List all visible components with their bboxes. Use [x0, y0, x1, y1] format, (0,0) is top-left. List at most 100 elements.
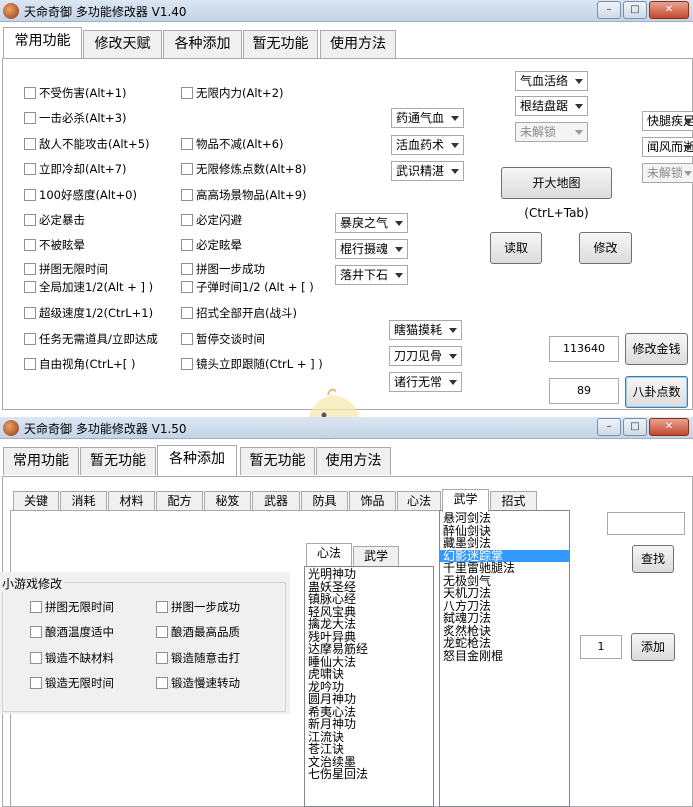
checkbox-box[interactable]	[24, 163, 36, 175]
wuxue-list-item[interactable]: 龙蛇枪法	[440, 637, 569, 650]
xinfa-list-item[interactable]: 虎啸诀	[305, 668, 433, 681]
checkbox-box[interactable]	[181, 263, 193, 275]
bagua-points-input[interactable]: 89	[549, 378, 619, 404]
combo-e-0[interactable]: 快腿疾足	[642, 111, 693, 131]
minigame-checkbox-right-1[interactable]: 酿酒最高品质	[156, 625, 240, 640]
minigame-checkbox-left-3[interactable]: 锻造无限时间	[30, 676, 114, 691]
checkbox-box[interactable]	[181, 281, 193, 293]
checkbox-box[interactable]	[181, 239, 193, 251]
checkbox-left-6[interactable]: 不被眩晕	[24, 238, 85, 253]
add-button[interactable]: 添加	[631, 633, 675, 661]
checkbox-box[interactable]	[24, 307, 36, 319]
checkbox-box[interactable]	[181, 87, 193, 99]
minigame-checkbox-right-3[interactable]: 锻造慢速转动	[156, 676, 240, 691]
maximize-button[interactable]: □	[623, 1, 647, 19]
tab-w1-4[interactable]: 使用方法	[320, 30, 396, 58]
subtab-9[interactable]: 武学	[442, 489, 489, 512]
checkbox-left-9[interactable]: 超级速度1/2(CtrL+1)	[24, 306, 153, 321]
checkbox-left-3[interactable]: 立即冷却(Alt+7)	[24, 162, 127, 177]
maximize-button[interactable]: □	[623, 418, 647, 436]
combo-b-0[interactable]: 药通气血	[391, 108, 464, 128]
checkbox-mid-2[interactable]: 无限修炼点数(Alt+8)	[181, 162, 307, 177]
checkbox-box[interactable]	[24, 214, 36, 226]
checkbox-mid-9[interactable]: 暂停交谈时间	[181, 332, 265, 347]
checkbox-box[interactable]	[30, 677, 42, 689]
checkbox-box[interactable]	[24, 333, 36, 345]
tab-w2-2[interactable]: 各种添加	[157, 445, 237, 476]
xinfa-list-item[interactable]: 七伤星回法	[305, 768, 433, 781]
minigame-checkbox-left-2[interactable]: 锻造不缺材料	[30, 651, 114, 666]
minigame-checkbox-left-0[interactable]: 拼图无限时间	[30, 600, 114, 615]
checkbox-box[interactable]	[24, 281, 36, 293]
checkbox-box[interactable]	[181, 358, 193, 370]
subtab-4[interactable]: 秘笈	[204, 491, 251, 511]
checkbox-box[interactable]	[181, 138, 193, 150]
wuxue-list-item[interactable]: 怒目金刚棍	[440, 649, 569, 663]
bagua-points-button[interactable]: 八卦点数	[625, 376, 688, 408]
wuxue-list-item[interactable]: 千里雷驰腿法	[440, 562, 569, 575]
modify-button[interactable]: 修改	[579, 232, 632, 264]
minigame-checkbox-left-1[interactable]: 酿酒温度适中	[30, 625, 114, 640]
search-button[interactable]: 查找	[632, 545, 674, 573]
checkbox-box[interactable]	[181, 189, 193, 201]
checkbox-mid-1[interactable]: 物品不减(Alt+6)	[181, 137, 284, 152]
subtab-0[interactable]: 关键	[13, 491, 59, 511]
tab-w2-1[interactable]: 暂无功能	[80, 447, 156, 475]
combo-a-1[interactable]: 棍行摄魂	[335, 239, 408, 259]
checkbox-box[interactable]	[30, 626, 42, 638]
tab-w2-4[interactable]: 使用方法	[316, 447, 391, 475]
checkbox-left-10[interactable]: 任务无需道具/立即达成	[24, 332, 158, 347]
quantity-input[interactable]: 1	[580, 635, 622, 659]
combo-b-1[interactable]: 活血药术	[391, 135, 464, 155]
close-button[interactable]: ✕	[649, 1, 689, 19]
subtab-8[interactable]: 心法	[397, 491, 441, 511]
wuxue-list-item[interactable]: 弑魂刀法	[440, 612, 569, 625]
xinfa-list-item[interactable]: 光明神功	[305, 568, 433, 581]
checkbox-box[interactable]	[181, 333, 193, 345]
checkbox-left-0[interactable]: 不受伤害(Alt+1)	[24, 86, 127, 101]
xinfa-listbox[interactable]: 光明神功 蛊妖圣经 镇脉心经 轻风宝典 擒龙大法 残叶异典 达摩易筋经 睡仙大法 虎啸诀 龙吟功圆…	[304, 566, 434, 807]
checkbox-box[interactable]	[156, 677, 168, 689]
checkbox-box[interactable]	[30, 652, 42, 664]
combo-d-1[interactable]: 根结盘踞	[515, 96, 588, 116]
xinfa-list-item[interactable]: 苍江诀	[305, 743, 433, 756]
combo-c-2[interactable]: 诸行无常	[389, 372, 462, 392]
checkbox-mid-5[interactable]: 必定眩晕	[181, 238, 242, 253]
tab-w1-3[interactable]: 暂无功能	[243, 30, 318, 58]
xinfa-list-item[interactable]: 新月神功	[305, 718, 433, 731]
combo-e-1[interactable]: 闻风而逝	[642, 137, 693, 157]
read-button[interactable]: 读取	[490, 232, 542, 264]
checkbox-box[interactable]	[156, 601, 168, 613]
close-button[interactable]: ✕	[649, 418, 689, 436]
subtab-10[interactable]: 招式	[490, 491, 537, 511]
xinfa-list-item[interactable]: 镇脉心经	[305, 593, 433, 606]
combo-a-2[interactable]: 落井下石	[335, 265, 408, 285]
wuxue-list-item[interactable]: 悬河剑法	[440, 512, 569, 525]
checkbox-mid-4[interactable]: 必定闪避	[181, 213, 242, 228]
subtab-2[interactable]: 材料	[108, 491, 155, 511]
subtab-7[interactable]: 饰品	[349, 491, 396, 511]
minigame-checkbox-right-2[interactable]: 锻造随意击打	[156, 651, 240, 666]
wuxue-list-item[interactable]: 藏墨剑法	[440, 537, 569, 550]
tab-xinfa[interactable]: 心法	[306, 543, 352, 566]
combo-b-2[interactable]: 武识精湛	[391, 161, 464, 181]
minigame-checkbox-right-0[interactable]: 拼图一步成功	[156, 600, 240, 615]
checkbox-box[interactable]	[24, 112, 36, 124]
combo-d-0[interactable]: 气血活络	[515, 71, 588, 91]
checkbox-left-8[interactable]: 全局加速1/2(Alt + ] )	[24, 280, 153, 295]
checkbox-box[interactable]	[24, 138, 36, 150]
checkbox-box[interactable]	[156, 652, 168, 664]
checkbox-box[interactable]	[24, 87, 36, 99]
checkbox-mid-8[interactable]: 招式全部开启(战斗)	[181, 306, 297, 321]
combo-c-1[interactable]: 刀刀见骨	[389, 346, 462, 366]
checkbox-left-7[interactable]: 拼图无限时间	[24, 262, 108, 277]
xinfa-list-item[interactable]: 擒龙大法	[305, 618, 433, 631]
tab-w1-0[interactable]: 常用功能	[3, 27, 82, 58]
checkbox-box[interactable]	[30, 601, 42, 613]
checkbox-box[interactable]	[181, 307, 193, 319]
search-input[interactable]	[607, 512, 685, 535]
minimize-button[interactable]: –	[597, 418, 621, 436]
checkbox-box[interactable]	[156, 626, 168, 638]
money-input[interactable]: 113640	[549, 336, 619, 362]
checkbox-box[interactable]	[24, 189, 36, 201]
